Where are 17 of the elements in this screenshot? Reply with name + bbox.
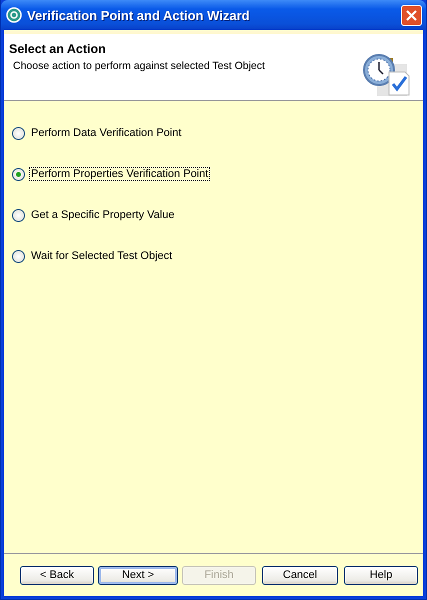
radio-option[interactable]: Wait for Selected Test Object <box>12 249 174 263</box>
wizard-button[interactable]: < Back <box>20 566 94 584</box>
wizard-button[interactable]: Next > <box>98 566 178 584</box>
radio-button[interactable] <box>12 250 25 262</box>
radio-button[interactable] <box>12 126 25 140</box>
wizard-button[interactable]: Help <box>344 566 418 584</box>
page-description: Choose action to perform against selected Test Object <box>13 60 265 72</box>
close-icon <box>406 10 417 20</box>
wizard-button[interactable]: Cancel <box>262 566 338 584</box>
radio-button[interactable] <box>12 208 25 222</box>
window-title: Verification Point and Action Wizard <box>27 8 251 22</box>
radio-option[interactable]: Perform Data Verification Point <box>12 126 184 140</box>
radio-button[interactable] <box>12 168 25 180</box>
close-button[interactable] <box>401 4 422 26</box>
app-icon <box>6 7 22 23</box>
radio-option[interactable]: Get a Specific Property Value <box>12 208 176 222</box>
page-title: Select an Action <box>9 42 107 56</box>
